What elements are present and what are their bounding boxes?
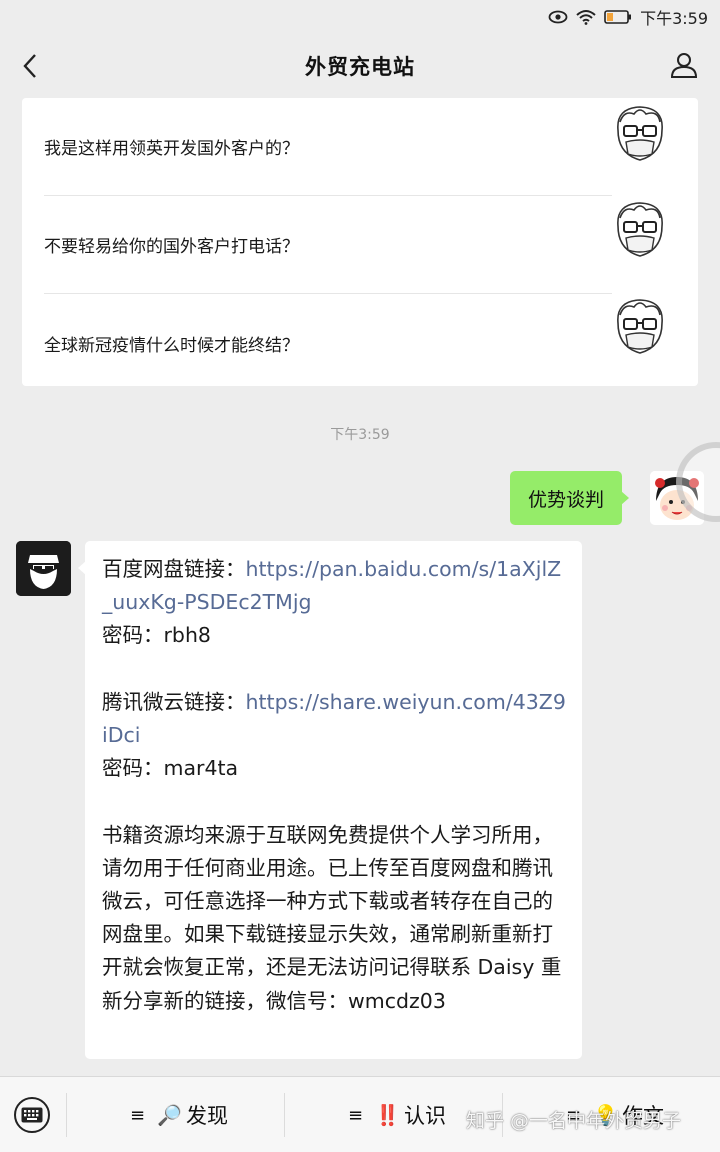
baidu-link-line: 百度网盘链接：https://pan.baidu.com/s/1aXjlZ_uu… <box>102 553 566 619</box>
menu-tab-label: 发现 <box>186 1104 228 1128</box>
menu-divider <box>284 1093 285 1137</box>
menu-tab-know[interactable]: ≡ ‼️ 认识 <box>348 1095 446 1135</box>
watermark: 知乎 @一名中年外贸男子 <box>466 1110 682 1132</box>
sent-message-text: 优势谈判 <box>528 488 605 511</box>
article-card: 我是这样用领英开发国外客户的？ 不要轻易给你的国外客户打电话？ 全球新冠疫情什么… <box>22 98 698 386</box>
menu-tab-discover[interactable]: ≡ 🔎 发现 <box>130 1095 228 1135</box>
wifi-icon <box>576 9 596 25</box>
article-item[interactable]: 全球新冠疫情什么时候才能终结？ <box>44 294 612 392</box>
magnifier-icon: 🔎 <box>157 1103 182 1127</box>
article-title: 全球新冠疫情什么时候才能终结？ <box>44 335 299 356</box>
menu-tab-label: 认识 <box>404 1104 446 1128</box>
notice-text: 书籍资源均来源于互联网免费提供个人学习所用，请勿用于任何商业用途。已上传至百度网… <box>102 822 562 1013</box>
article-item[interactable]: 不要轻易给你的国外客户打电话？ <box>44 196 612 294</box>
page-title: 外贸充电站 <box>305 55 415 79</box>
menu-lines-icon: ≡ <box>348 1104 364 1126</box>
cartoon-face-thumbnail <box>617 106 663 161</box>
baidu-password: 密码：rbh8 <box>102 623 211 648</box>
weiyun-password: 密码：mar4ta <box>102 756 239 781</box>
sent-message-bubble[interactable]: 优势谈判 <box>510 471 630 525</box>
article-item[interactable]: 我是这样用领英开发国外客户的？ <box>44 98 612 196</box>
cartoon-face-thumbnail <box>617 299 663 354</box>
person-icon <box>670 53 698 78</box>
menu-divider <box>66 1093 67 1137</box>
nav-bar: 外贸充电站 <box>0 34 720 98</box>
double-exclamation-icon: ‼️ <box>375 1103 400 1127</box>
cartoon-face-thumbnail <box>617 202 663 257</box>
status-bar: 下午3:59 <box>0 0 720 34</box>
article-title: 不要轻易给你的国外客户打电话？ <box>44 237 299 257</box>
battery-icon <box>604 10 632 24</box>
article-title: 我是这样用领英开发国外客户的？ <box>44 139 299 159</box>
baidu-label: 百度网盘链接： <box>102 557 246 581</box>
keyboard-icon <box>21 1107 43 1123</box>
keyboard-toggle-button[interactable] <box>14 1097 50 1133</box>
weiyun-label: 腾讯微云链接： <box>102 689 246 714</box>
menu-lines-icon: ≡ <box>130 1104 146 1126</box>
status-time: 下午3:59 <box>640 9 708 28</box>
back-button[interactable] <box>14 50 46 82</box>
profile-button[interactable] <box>668 49 700 81</box>
eye-icon <box>548 10 568 24</box>
bearded-man-logo <box>16 541 71 596</box>
reply-message-bubble[interactable]: 百度网盘链接：https://pan.baidu.com/s/1aXjlZ_uu… <box>78 541 582 1059</box>
weiyun-link-line: 腾讯微云链接：https://share.weiyun.com/43Z9iDci <box>102 686 566 752</box>
chat-timestamp: 下午3:59 <box>330 427 390 443</box>
chevron-left-icon <box>23 54 36 78</box>
account-avatar[interactable] <box>16 541 71 596</box>
